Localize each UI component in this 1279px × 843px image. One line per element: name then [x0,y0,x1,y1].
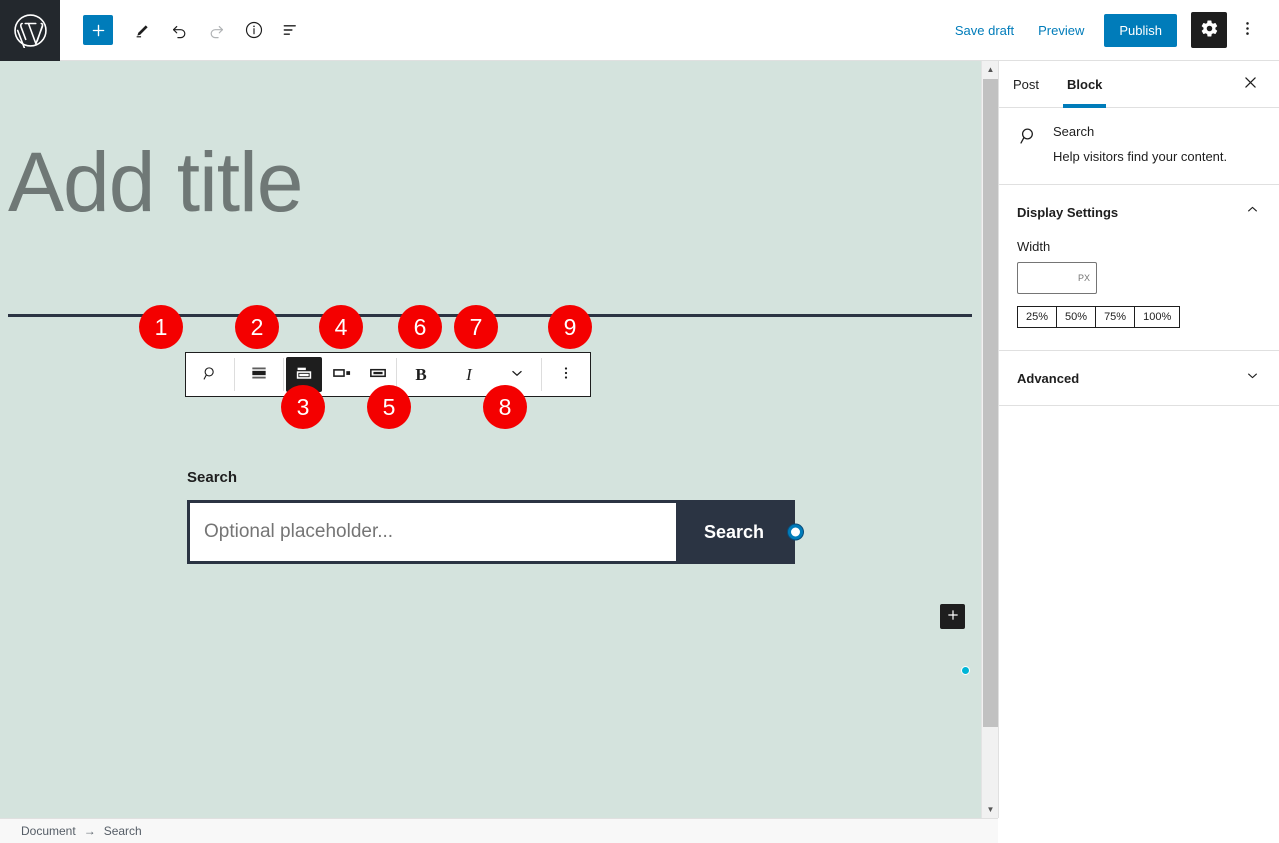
annotation-badge-8: 8 [483,385,527,429]
block-options-button[interactable] [542,353,590,396]
scroll-down-arrow-icon[interactable]: ▼ [982,801,999,818]
search-submit-button[interactable]: Search [676,503,792,561]
block-card-text: Search Help visitors find your content. [1053,124,1227,166]
width-percent-button-group: 25% 50% 75% 100% [1017,306,1261,328]
close-x-icon [1242,74,1259,94]
panel-advanced-header[interactable]: Advanced [999,351,1279,405]
width-input[interactable] [1027,271,1075,286]
width-input-wrapper[interactable]: PX [1017,262,1097,294]
annotation-badge-9: 9 [548,305,592,349]
block-type-group [186,353,234,396]
panel-display-settings-body: Width PX 25% 50% 75% 100% [999,239,1279,350]
block-inserter-toggle[interactable] [83,15,113,45]
chevron-down-icon [508,364,526,385]
undo-button[interactable] [161,12,198,49]
sidebar-close-button[interactable] [1235,69,1265,99]
tools-edit-mode[interactable] [124,12,161,49]
search-block[interactable]: Search Search [187,469,795,564]
magnifier-icon [1017,124,1039,152]
chevron-down-icon [1244,367,1261,389]
editor-canvas[interactable]: Add title [0,61,981,818]
breadcrumb-item-search[interactable]: Search [104,824,142,838]
publish-button[interactable]: Publish [1104,14,1177,47]
sidebar-tabs: Post Block [999,61,1279,108]
width-100-button[interactable]: 100% [1134,306,1180,328]
input-with-outside-button-icon [331,362,353,387]
block-type-search-button[interactable] [186,353,234,396]
align-bars-icon [249,363,269,386]
block-card-description: Help visitors find your content. [1053,148,1227,166]
breadcrumb-separator-icon: → [84,824,96,838]
annotation-badge-1: 1 [139,305,183,349]
top-bar-right-tools: Save draft Preview Publish [943,12,1279,48]
panel-display-settings-title: Display Settings [1017,205,1118,220]
input-with-inside-button-icon [367,362,389,387]
post-title-placeholder[interactable]: Add title [8,134,303,231]
block-settings-sidebar: Post Block Search Help visitors find yo [998,61,1279,818]
annotation-badge-4: 4 [319,305,363,349]
annotation-badge-3: 3 [281,385,325,429]
wordpress-block-editor: Save draft Preview Publish Add titl [0,0,1279,843]
width-unit-label: PX [1078,273,1090,283]
panel-display-settings-header[interactable]: Display Settings [999,185,1279,239]
search-block-field-row: Search [187,500,795,564]
width-25-button[interactable]: 25% [1017,306,1056,328]
magnifier-icon [201,364,220,386]
scrollbar-thumb[interactable] [983,79,998,727]
breadcrumb-item-document[interactable]: Document [21,824,76,838]
redo-button[interactable] [198,12,235,49]
bold-button[interactable]: B [397,353,445,396]
panel-advanced: Advanced [999,351,1279,406]
width-field-label: Width [1017,239,1261,254]
list-view-button[interactable] [272,12,309,49]
wordpress-logo[interactable] [0,0,60,61]
panel-advanced-title: Advanced [1017,371,1079,386]
annotation-badge-6: 6 [398,305,442,349]
preview-button[interactable]: Preview [1026,17,1096,44]
label-above-input-icon [293,362,315,387]
cursor-indicator-dot [961,666,970,675]
tab-post[interactable]: Post [999,61,1053,108]
button-outside-button[interactable] [324,353,360,396]
alignment-group [235,353,283,396]
plus-icon [946,608,960,625]
width-50-button[interactable]: 50% [1056,306,1095,328]
editor-top-bar: Save draft Preview Publish [0,0,1279,61]
width-75-button[interactable]: 75% [1095,306,1134,328]
change-alignment-button[interactable] [235,353,283,396]
canvas-block-inserter-button[interactable] [940,604,965,629]
tab-block[interactable]: Block [1053,61,1116,108]
annotation-badge-7: 7 [454,305,498,349]
italic-button[interactable]: I [445,353,493,396]
block-card: Search Help visitors find your content. [999,108,1279,185]
panel-display-settings: Display Settings Width PX 25% 50% 75% [999,185,1279,351]
top-bar-left-tools [60,12,309,49]
more-options-button[interactable] [1229,12,1265,48]
search-input[interactable] [190,503,676,561]
block-card-title: Search [1053,124,1227,139]
annotation-badge-5: 5 [367,385,411,429]
gear-icon [1200,19,1219,41]
kebab-vertical-icon [1238,19,1257,41]
annotation-badge-2: 2 [235,305,279,349]
block-options-group [542,353,590,396]
kebab-vertical-icon [557,364,575,385]
settings-gear-button[interactable] [1191,12,1227,48]
save-draft-button[interactable]: Save draft [943,17,1026,44]
details-button[interactable] [235,12,272,49]
chevron-up-icon [1244,201,1261,223]
search-block-label[interactable]: Search [187,469,795,486]
canvas-scrollbar[interactable]: ▲ ▼ [981,61,998,818]
breadcrumb: Document → Search [0,818,998,843]
block-resize-handle[interactable] [788,525,803,540]
scroll-up-arrow-icon[interactable]: ▲ [982,61,999,78]
